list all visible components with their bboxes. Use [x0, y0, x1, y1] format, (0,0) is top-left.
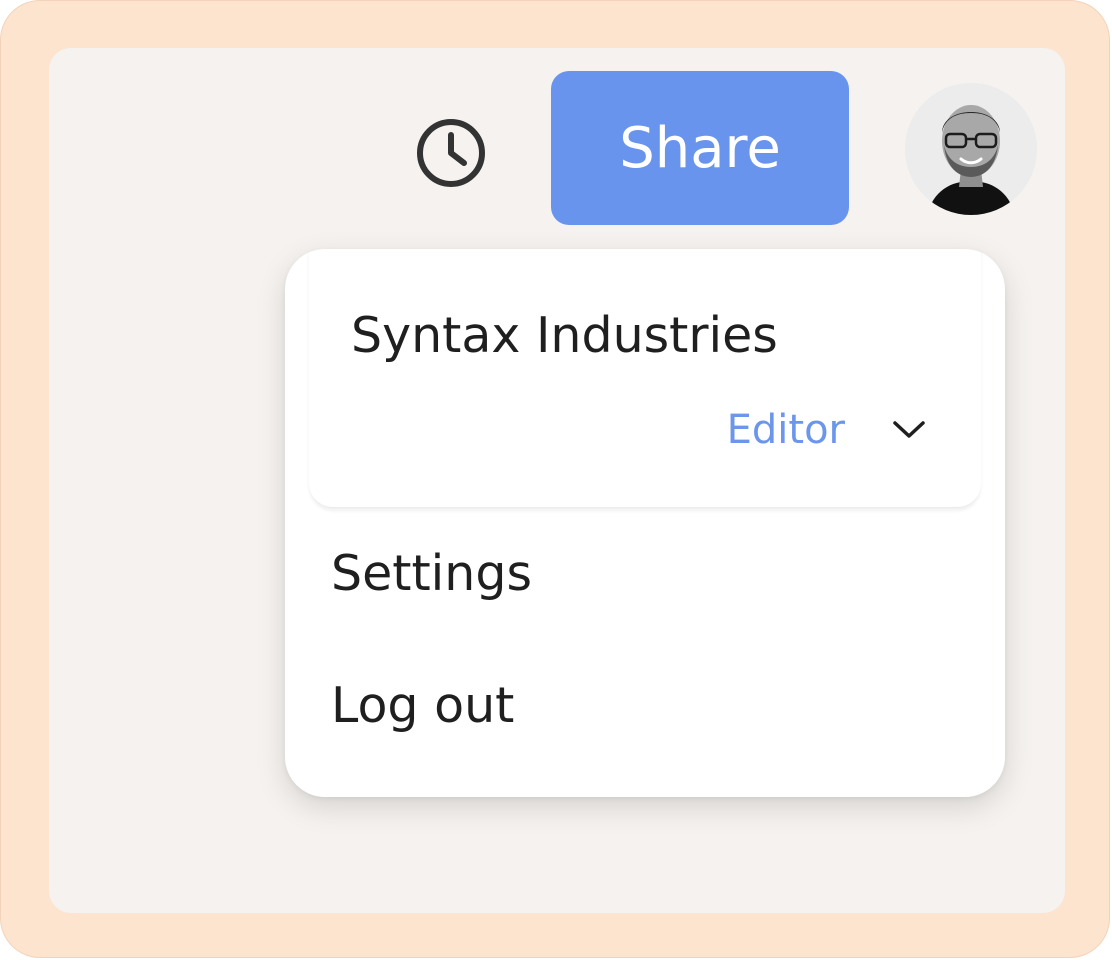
organization-name: Syntax Industries: [351, 307, 778, 364]
user-avatar-icon: [905, 83, 1037, 215]
outer-frame: Share Syntax Industries Editor Settings …: [0, 0, 1110, 958]
role-label: Editor: [726, 407, 845, 453]
chevron-down-icon: [891, 412, 927, 448]
menu-item-settings[interactable]: Settings: [331, 545, 532, 602]
share-button[interactable]: Share: [551, 71, 849, 225]
avatar[interactable]: [905, 83, 1037, 215]
account-menu: Syntax Industries Editor Settings Log ou…: [285, 249, 1005, 797]
role-dropdown[interactable]: Editor: [727, 407, 927, 453]
menu-item-log-out[interactable]: Log out: [331, 677, 514, 734]
clock-icon: [417, 119, 485, 187]
history-button[interactable]: [409, 111, 493, 195]
organization-section: Syntax Industries Editor: [309, 249, 981, 508]
